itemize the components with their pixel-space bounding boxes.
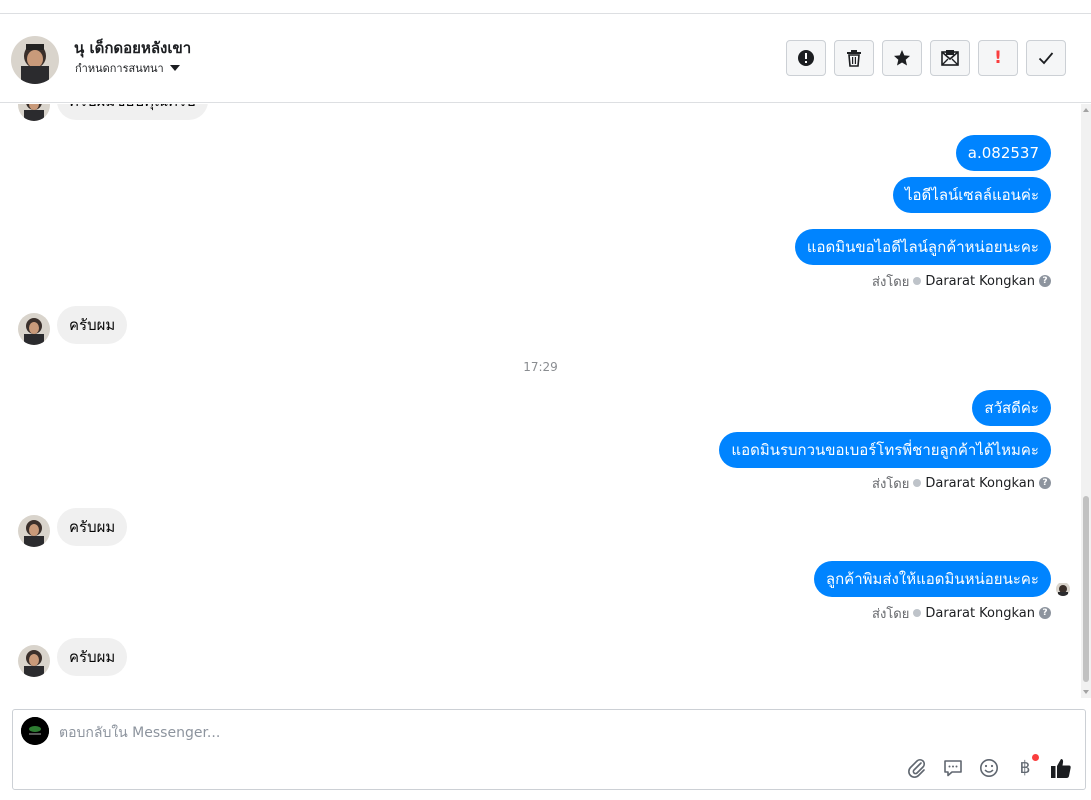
trash-icon bbox=[847, 50, 861, 67]
outgoing-message: ไอดีไลน์เซลล์แอนค่ะ bbox=[893, 177, 1051, 213]
sent-by-line: ส่งโดย Dararat Kongkan ? bbox=[872, 604, 1051, 622]
sent-by-label: ส่งโดย bbox=[872, 476, 910, 492]
message-row-outgoing: a.082537 bbox=[0, 135, 1081, 173]
outgoing-message: ลูกค้าพิมส่งให้แอดมินหน่อยนะคะ bbox=[813, 561, 1051, 597]
baht-icon: ฿ bbox=[1019, 758, 1031, 778]
thread-scrollbar[interactable] bbox=[1081, 104, 1091, 698]
scroll-down-arrow-icon[interactable] bbox=[1083, 690, 1089, 694]
page-avatar bbox=[21, 717, 49, 745]
sent-by-label: ส่งโดย bbox=[872, 274, 910, 290]
attach-file-button[interactable] bbox=[905, 756, 929, 780]
mark-spam-button[interactable] bbox=[786, 40, 826, 76]
follow-up-button[interactable]: ! bbox=[978, 40, 1018, 76]
sent-by-line: ส่งโดย Dararat Kongkan ? bbox=[872, 474, 1051, 492]
scrollbar-thumb[interactable] bbox=[1083, 496, 1089, 682]
composer-tools: ฿ bbox=[905, 754, 1073, 780]
thumbs-up-icon bbox=[1051, 759, 1071, 778]
conversation-header: นุ เด็กดอยหลังเขา กำหนดการสนทนา ! bbox=[0, 14, 1091, 103]
chat-bubble-icon bbox=[944, 760, 962, 777]
exclamation-icon: ! bbox=[994, 48, 1002, 68]
contact-avatar-small bbox=[18, 645, 50, 677]
outgoing-message: สวัสดีค่ะ bbox=[972, 390, 1051, 426]
incoming-message: ครับผม bbox=[57, 508, 128, 546]
caret-down-icon bbox=[169, 65, 180, 71]
message-thread[interactable]: ครับผมขอบคุณครับ a.082537 ไอดีไลน์เซลล์แ… bbox=[0, 104, 1081, 698]
assign-conversation-dropdown[interactable]: กำหนดการสนทนา bbox=[75, 59, 180, 77]
seen-avatar bbox=[1056, 582, 1070, 596]
mark-unread-button[interactable] bbox=[930, 40, 970, 76]
contact-avatar[interactable] bbox=[11, 36, 59, 84]
help-icon[interactable]: ? bbox=[1039, 477, 1051, 489]
send-like-button[interactable] bbox=[1049, 756, 1073, 780]
message-row-incoming: ครับผม bbox=[0, 508, 1081, 547]
incoming-message: ครับผม bbox=[57, 306, 128, 344]
message-row-outgoing: แอดมินขอไอดีไลน์ลูกค้าหน่อยนะคะ bbox=[0, 229, 1081, 267]
mark-done-button[interactable] bbox=[1026, 40, 1066, 76]
contact-avatar-small bbox=[18, 515, 50, 547]
assign-conversation-label: กำหนดการสนทนา bbox=[75, 62, 164, 75]
help-icon[interactable]: ? bbox=[1039, 275, 1051, 287]
message-timestamp: 17:29 bbox=[523, 360, 558, 374]
message-row-outgoing: สวัสดีค่ะ bbox=[0, 390, 1081, 428]
sender-status-icon bbox=[913, 277, 922, 285]
conversation-toolbar: ! bbox=[786, 40, 1066, 76]
outgoing-message: a.082537 bbox=[955, 135, 1051, 171]
contact-avatar-small bbox=[18, 313, 50, 345]
check-icon bbox=[1038, 52, 1054, 65]
scroll-up-arrow-icon[interactable] bbox=[1083, 108, 1089, 112]
notification-dot bbox=[1032, 754, 1039, 761]
outgoing-message: แอดมินรบกวนขอเบอร์โทรพี่ชายลูกค้าได้ไหมค… bbox=[719, 432, 1051, 468]
sender-status-icon bbox=[913, 479, 922, 487]
payment-button[interactable]: ฿ bbox=[1013, 754, 1039, 780]
sender-name[interactable]: Dararat Kongkan bbox=[925, 274, 1035, 289]
incoming-message: ครับผมขอบคุณครับ bbox=[57, 104, 208, 120]
delete-button[interactable] bbox=[834, 40, 874, 76]
paperclip-icon bbox=[908, 758, 926, 778]
star-icon bbox=[894, 50, 910, 66]
message-row-outgoing: แอดมินรบกวนขอเบอร์โทรพี่ชายลูกค้าได้ไหมค… bbox=[0, 432, 1081, 470]
sender-name[interactable]: Dararat Kongkan bbox=[925, 606, 1035, 621]
message-row-incoming: ครับผม bbox=[0, 638, 1081, 677]
star-button[interactable] bbox=[882, 40, 922, 76]
message-row-incoming: ครับผมขอบคุณครับ bbox=[0, 104, 1081, 121]
reply-composer: ฿ bbox=[12, 709, 1086, 790]
help-icon[interactable]: ? bbox=[1039, 607, 1051, 619]
contact-avatar-small bbox=[18, 104, 50, 121]
sender-status-icon bbox=[913, 609, 922, 617]
sender-name[interactable]: Dararat Kongkan bbox=[925, 476, 1035, 491]
emoji-button[interactable] bbox=[977, 756, 1001, 780]
reply-input[interactable] bbox=[59, 718, 859, 748]
message-row-outgoing: ไอดีไลน์เซลล์แอนค่ะ bbox=[0, 177, 1081, 215]
alert-circle-icon bbox=[798, 50, 814, 66]
mark-unread-icon bbox=[941, 50, 959, 66]
saved-replies-button[interactable] bbox=[941, 756, 965, 780]
sent-by-label: ส่งโดย bbox=[872, 606, 910, 622]
smiley-icon bbox=[980, 759, 998, 777]
sent-by-line: ส่งโดย Dararat Kongkan ? bbox=[872, 272, 1051, 290]
message-row-incoming: ครับผม bbox=[0, 306, 1081, 345]
incoming-message: ครับผม bbox=[57, 638, 128, 676]
outgoing-message: แอดมินขอไอดีไลน์ลูกค้าหน่อยนะคะ bbox=[794, 229, 1051, 265]
contact-name[interactable]: นุ เด็กดอยหลังเขา bbox=[74, 36, 191, 60]
message-row-outgoing: ลูกค้าพิมส่งให้แอดมินหน่อยนะคะ bbox=[0, 561, 1081, 599]
